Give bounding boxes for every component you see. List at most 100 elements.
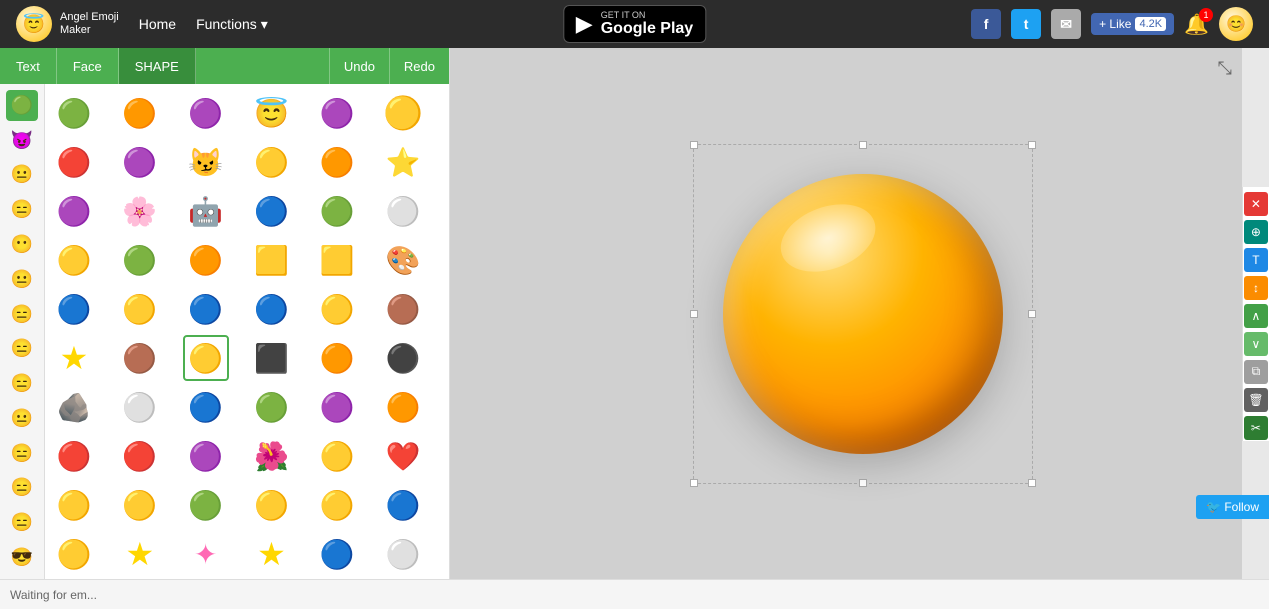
shape-purple2[interactable]: 🟣 xyxy=(117,139,163,185)
shape-orange-selected[interactable]: 🟡 xyxy=(183,335,229,381)
shape-silver2[interactable]: ⚪ xyxy=(117,384,163,430)
face-item-devil[interactable]: 😈 xyxy=(6,125,38,156)
shape-star-yellow[interactable]: ★ xyxy=(51,335,97,381)
shape-yellow3[interactable]: 🟡 xyxy=(117,286,163,332)
facebook-button[interactable]: f xyxy=(971,9,1001,39)
close-tool-button[interactable]: ✕ xyxy=(1244,192,1268,216)
twitter-button[interactable]: t xyxy=(1011,9,1041,39)
shape-red2[interactable]: 🔴 xyxy=(51,433,97,479)
shape-yellow7[interactable]: 🟡 xyxy=(248,482,294,528)
shape-cream-circle[interactable]: 🟡 xyxy=(380,90,426,136)
shape-star-pink[interactable]: ⭐ xyxy=(380,139,426,185)
resize-tool-button[interactable]: ↕ xyxy=(1244,276,1268,300)
face-item-neutral10[interactable]: 😑 xyxy=(6,473,38,504)
shape-floral[interactable]: 🌺 xyxy=(248,433,294,479)
handle-top-right[interactable] xyxy=(1028,141,1036,149)
handle-top-middle[interactable] xyxy=(859,141,867,149)
face-item-neutral11[interactable]: 😑 xyxy=(6,507,38,538)
shape-cat[interactable]: 😼 xyxy=(183,139,229,185)
shape-yellow8[interactable]: 🟡 xyxy=(314,482,360,528)
shape-star3[interactable]: ★ xyxy=(248,531,294,577)
nav-functions-button[interactable]: Functions ▾ xyxy=(196,16,268,33)
avatar[interactable]: 😊 xyxy=(1219,7,1253,41)
shape-purple3[interactable]: 🟣 xyxy=(314,384,360,430)
zoom-tool-button[interactable]: ⊕ xyxy=(1244,220,1268,244)
shape-orange2[interactable]: 🟠 xyxy=(314,139,360,185)
canvas-background[interactable]: ⤡ xyxy=(450,48,1242,579)
face-item-neutral4[interactable]: 😐 xyxy=(6,264,38,295)
shape-heart[interactable]: ❤️ xyxy=(380,433,426,479)
shape-green-circle[interactable]: 🟢 xyxy=(51,90,97,136)
handle-bottom-right[interactable] xyxy=(1028,479,1036,487)
text-tool-button[interactable]: T xyxy=(1244,248,1268,272)
shape-blue6[interactable]: 🔵 xyxy=(314,531,360,577)
handle-bottom-left[interactable] xyxy=(690,479,698,487)
notification-button[interactable]: 🔔 1 xyxy=(1184,12,1209,37)
face-item-neutral7[interactable]: 😑 xyxy=(6,368,38,399)
shape-pink-circle[interactable]: 🟣 xyxy=(183,90,229,136)
shape-tie-dye[interactable]: 🎨 xyxy=(380,237,426,283)
face-item-neutral2[interactable]: 😑 xyxy=(6,194,38,225)
shape-orange5[interactable]: 🟠 xyxy=(380,384,426,430)
shape-blue5[interactable]: 🔵 xyxy=(380,482,426,528)
shape-orange-circle[interactable]: 🟠 xyxy=(117,90,163,136)
tab-text[interactable]: Text xyxy=(0,48,57,84)
shape-maroon[interactable]: 🟣 xyxy=(183,433,229,479)
cut-tool-button[interactable]: ✂ xyxy=(1244,416,1268,440)
shape-yellow6[interactable]: 🟡 xyxy=(117,482,163,528)
google-play-button[interactable]: ▶ GET IT ON Google Play xyxy=(563,5,706,43)
shape-robot[interactable]: 🤖 xyxy=(183,188,229,234)
face-item-neutral5[interactable]: 😑 xyxy=(6,299,38,330)
follow-button[interactable]: 🐦 Follow xyxy=(1196,495,1269,519)
shape-green4[interactable]: 🟢 xyxy=(183,482,229,528)
face-item-green[interactable]: 🟢 xyxy=(6,90,38,121)
down-tool-button[interactable]: ∨ xyxy=(1244,332,1268,356)
handle-middle-left[interactable] xyxy=(690,310,698,318)
shape-square-yellow2[interactable]: 🟨 xyxy=(314,237,360,283)
expand-icon[interactable]: ⤡ xyxy=(1217,58,1231,79)
shape-dark-circle[interactable]: ⚫ xyxy=(380,335,426,381)
up-tool-button[interactable]: ∧ xyxy=(1244,304,1268,328)
email-button[interactable]: ✉ xyxy=(1051,9,1081,39)
handle-bottom-middle[interactable] xyxy=(859,479,867,487)
shape-red3[interactable]: 🔴 xyxy=(117,433,163,479)
shape-yellow2[interactable]: 🟡 xyxy=(51,237,97,283)
shape-blue4[interactable]: 🔵 xyxy=(248,286,294,332)
shape-brown[interactable]: 🟤 xyxy=(380,286,426,332)
shape-flower[interactable]: 🌸 xyxy=(117,188,163,234)
shape-yellow4[interactable]: 🟡 xyxy=(314,433,360,479)
redo-button[interactable]: Redo xyxy=(389,48,449,84)
shape-star-pink2[interactable]: ✦ xyxy=(183,531,229,577)
shape-angel[interactable]: 😇 xyxy=(248,90,294,136)
shape-yellow1[interactable]: 🟡 xyxy=(248,139,294,185)
shape-white-circle[interactable]: ⚪ xyxy=(380,188,426,234)
shape-white2[interactable]: ⚪ xyxy=(380,531,426,577)
face-item-neutral9[interactable]: 😑 xyxy=(6,438,38,469)
shape-square-yellow3[interactable]: 🟡 xyxy=(314,286,360,332)
shape-silver1[interactable]: 🪨 xyxy=(51,384,97,430)
shape-yellow9[interactable]: 🟡 xyxy=(51,531,97,577)
shape-blue3[interactable]: 🔵 xyxy=(183,286,229,332)
like-button[interactable]: + Like 4.2K xyxy=(1091,13,1174,35)
face-item-sunglass[interactable]: 😎 xyxy=(6,542,38,573)
shape-red-circle[interactable]: 🔴 xyxy=(51,139,97,185)
shape-lavender[interactable]: 🟣 xyxy=(51,188,97,234)
face-item-neutral6[interactable]: 😑 xyxy=(6,333,38,364)
face-item-neutral8[interactable]: 😐 xyxy=(6,403,38,434)
shape-blue1[interactable]: 🔵 xyxy=(248,188,294,234)
shape-green3[interactable]: 🟢 xyxy=(117,237,163,283)
shape-square-yellow1[interactable]: 🟨 xyxy=(248,237,294,283)
shape-purple-circle[interactable]: 🟣 xyxy=(314,90,360,136)
handle-top-left[interactable] xyxy=(690,141,698,149)
shape-orange3[interactable]: 🟠 xyxy=(183,237,229,283)
shape-star2[interactable]: ★ xyxy=(117,531,163,577)
nav-home[interactable]: Home xyxy=(139,16,176,32)
selected-object[interactable] xyxy=(693,144,1033,484)
face-item-neutral3[interactable]: 😶 xyxy=(6,229,38,260)
tab-shape[interactable]: SHAPE xyxy=(119,48,196,84)
tab-face[interactable]: Face xyxy=(57,48,119,84)
shape-brown2[interactable]: 🟤 xyxy=(117,335,163,381)
shape-blue2[interactable]: 🔵 xyxy=(51,286,97,332)
undo-button[interactable]: Undo xyxy=(329,48,389,84)
handle-middle-right[interactable] xyxy=(1028,310,1036,318)
